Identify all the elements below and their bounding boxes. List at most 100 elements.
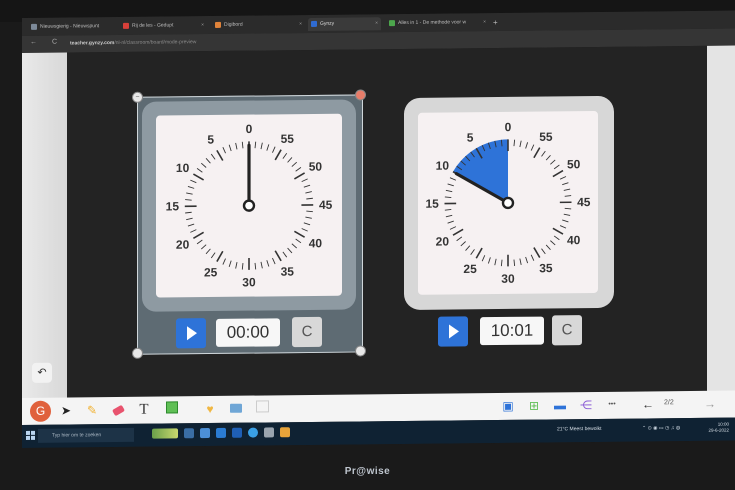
- tick-mark: [293, 230, 306, 238]
- word-icon[interactable]: [232, 427, 242, 438]
- timer-2-clock[interactable]: 0 5 10 15 20 25 30 35 40 45 50 55: [418, 111, 598, 295]
- text-icon[interactable]: T: [136, 402, 152, 418]
- tick-mark: [519, 140, 522, 148]
- timer-1-frame: 0 5 10 15 20 25 30 35 40 45 50 55: [142, 99, 356, 312]
- browser-tab-1[interactable]: Nieuwsgierig - Nieuwspunt: [28, 20, 117, 34]
- add-page-icon[interactable]: ⊞: [526, 398, 542, 414]
- browser-tab-5[interactable]: Alles in 1 - De methode voor w ×: [386, 16, 489, 30]
- system-tray[interactable]: ⌃ ⊙ ◉ ▭ ◷ ♫ ◍: [642, 425, 680, 431]
- tick-mark: [550, 159, 556, 165]
- timer-2-play-button[interactable]: [438, 316, 468, 347]
- tick-mark: [541, 248, 546, 255]
- share-icon[interactable]: ⋲: [578, 397, 594, 413]
- tick-mark: [559, 176, 567, 180]
- dial-number: 40: [309, 236, 323, 250]
- clock-date: 29-6-2022: [708, 427, 729, 433]
- tick-mark: [190, 179, 197, 184]
- back-arrow-icon[interactable]: ←: [30, 39, 37, 46]
- tick-mark: [303, 184, 311, 188]
- tab-favicon-icon: [215, 21, 221, 28]
- timer-1-reset-button[interactable]: C: [292, 316, 322, 348]
- tick-mark: [500, 259, 503, 267]
- new-tab-button[interactable]: +: [490, 16, 503, 29]
- eraser-icon[interactable]: [110, 402, 126, 418]
- tick-mark: [210, 252, 216, 259]
- mail-icon[interactable]: [216, 427, 226, 438]
- windows-start-icon[interactable]: [26, 430, 35, 440]
- weather-widget[interactable]: 21°C Meest bewolkt: [557, 426, 602, 432]
- taskbar-search-input[interactable]: Typ hier om te zoeken: [38, 427, 134, 443]
- tick-mark: [303, 222, 311, 226]
- dial-number: 55: [539, 130, 553, 144]
- dial-number: 50: [567, 157, 581, 171]
- layout-icon[interactable]: [254, 400, 270, 416]
- pointer-icon[interactable]: ➤: [58, 402, 74, 418]
- tick-mark: [301, 178, 308, 183]
- tick-mark: [222, 258, 226, 265]
- next-page-icon[interactable]: →: [702, 396, 718, 412]
- tick-mark: [266, 260, 270, 267]
- tick-mark: [301, 228, 308, 232]
- dial-number: 30: [242, 275, 256, 289]
- close-tab-icon[interactable]: ×: [375, 17, 378, 30]
- app-icon[interactable]: [264, 427, 274, 438]
- right-panel: [707, 45, 735, 396]
- tick-mark: [228, 260, 232, 268]
- image-icon[interactable]: [228, 401, 244, 417]
- tick-mark: [553, 235, 560, 241]
- reload-icon[interactable]: C: [52, 39, 57, 46]
- tab-favicon-icon: [123, 22, 129, 29]
- tick-mark: [216, 250, 224, 262]
- timer-1-play-button[interactable]: [176, 318, 206, 349]
- url-path: /nl-nl/classroom/board/mode-preview: [114, 39, 197, 47]
- close-tab-icon[interactable]: ×: [299, 18, 302, 31]
- tick-mark: [533, 247, 541, 258]
- tick-mark: [470, 249, 475, 255]
- more-icon[interactable]: •••: [604, 397, 620, 413]
- system-clock[interactable]: 10:00 29-6-2022: [708, 422, 729, 434]
- tick-mark: [545, 244, 551, 250]
- select-icon[interactable]: [164, 401, 180, 417]
- browser-tab-2[interactable]: Rij de les - Gedupt ×: [120, 19, 207, 33]
- tick-mark: [513, 259, 516, 267]
- close-tab-icon[interactable]: ×: [483, 16, 486, 29]
- tick-mark: [272, 257, 276, 265]
- browser-tab-4[interactable]: Gynzy ×: [308, 17, 381, 32]
- save-icon[interactable]: ▣: [500, 398, 516, 414]
- edge-icon[interactable]: [248, 427, 258, 438]
- timer-2-face: 0 5 10 15 20 25 30 35 40 45 50 55: [418, 110, 598, 295]
- tick-mark: [187, 185, 195, 189]
- pen-icon[interactable]: ✎: [84, 402, 100, 418]
- file-explorer-icon[interactable]: [200, 428, 210, 439]
- chrome-icon[interactable]: [280, 427, 290, 438]
- timer-2-reset-button[interactable]: C: [552, 315, 582, 346]
- folder-icon[interactable]: ▬: [552, 397, 568, 413]
- board-canvas[interactable]: [22, 45, 735, 404]
- close-tab-icon[interactable]: ×: [201, 19, 204, 32]
- timer-1-clock[interactable]: 0 5 10 15 20 25 30 35 40 45 50 55: [156, 114, 342, 298]
- move-handle-icon[interactable]: [132, 347, 143, 359]
- delete-handle-icon[interactable]: [355, 89, 366, 101]
- heart-icon[interactable]: ♥: [202, 401, 218, 417]
- tick-mark: [305, 216, 312, 219]
- timer-1-time-display[interactable]: 00:00: [216, 318, 280, 347]
- tick-mark: [563, 213, 571, 216]
- tick-mark: [306, 210, 313, 213]
- timer-2-hub: [501, 196, 515, 210]
- taskbar-landscape-icon[interactable]: [152, 428, 178, 439]
- rotate-handle-icon[interactable]: –: [132, 91, 143, 103]
- browser-tab-3[interactable]: Digibord ×: [212, 18, 305, 32]
- undo-button[interactable]: ↶: [32, 362, 52, 383]
- tick-mark: [241, 262, 244, 270]
- previous-page-icon[interactable]: ←: [640, 396, 656, 412]
- tick-mark: [445, 189, 453, 193]
- task-view-icon[interactable]: [184, 428, 194, 439]
- tick-mark: [481, 255, 486, 262]
- tick-mark: [552, 169, 564, 178]
- tick-mark: [530, 144, 535, 151]
- dial-number: 5: [207, 133, 214, 147]
- resize-handle-icon[interactable]: [355, 345, 366, 357]
- monitor-brand-logo: Pr@wise: [344, 466, 391, 477]
- timer-2-time-display[interactable]: 10:01: [480, 316, 544, 346]
- user-avatar[interactable]: G: [30, 400, 51, 422]
